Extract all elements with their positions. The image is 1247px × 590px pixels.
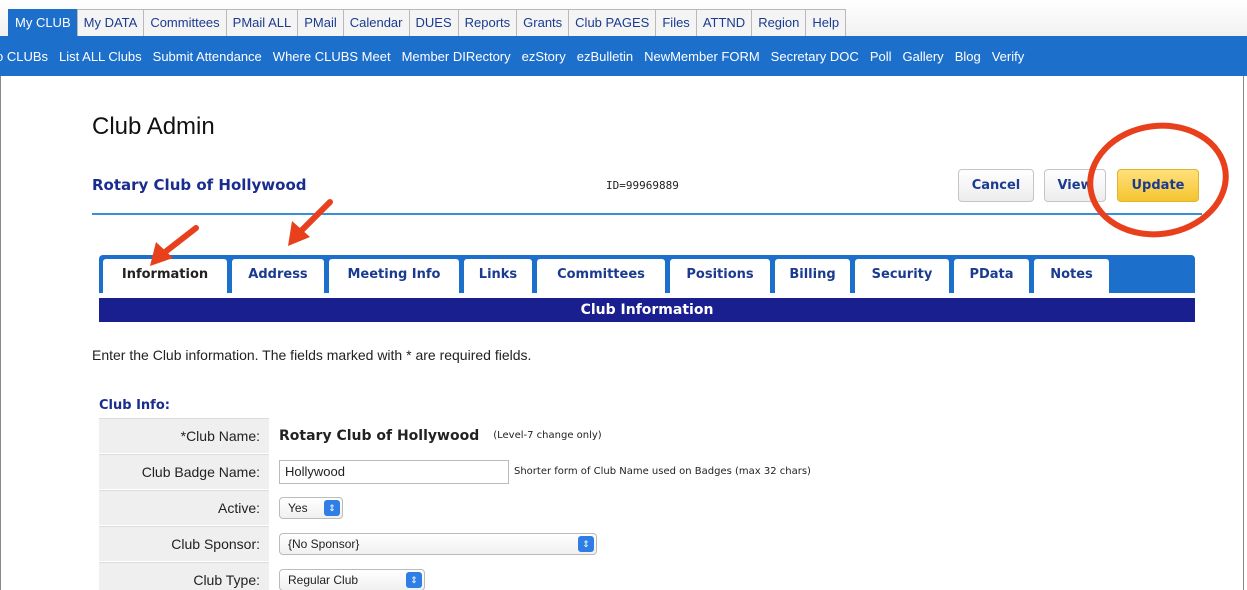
subnav-secretary-doc[interactable]: Secretary DOC [771,49,859,64]
tab-positions[interactable]: Positions [670,259,770,293]
tab-help[interactable]: Help [805,9,847,36]
active-row: Active: Yes ⇕ [99,490,1195,525]
subnav-list-all-clubs[interactable]: List ALL Clubs [59,49,142,64]
section-tab-strip: Information Address Meeting Info Links C… [99,255,1195,293]
club-type-row: Club Type: Regular Club ⇕ [99,562,1195,590]
club-info-heading: Club Info: [99,398,170,413]
subnav-blog[interactable]: Blog [955,49,981,64]
tab-address[interactable]: Address [232,259,324,293]
tab-attnd[interactable]: ATTND [695,9,753,36]
club-name-heading: Rotary Club of Hollywood [92,176,307,194]
club-name-label: *Club Name: [99,418,269,453]
subnav-member-directory[interactable]: Member DIRectory [402,49,511,64]
tab-pmail-all[interactable]: PMail ALL [225,9,299,36]
club-information-bar: Club Information [99,298,1195,322]
club-name-row: *Club Name: Rotary Club of Hollywood (Le… [99,418,1195,453]
tab-security[interactable]: Security [855,259,949,293]
subnav-poll[interactable]: Poll [870,49,892,64]
tab-information[interactable]: Information [103,259,227,293]
tab-billing[interactable]: Billing [775,259,850,293]
tab-region[interactable]: Region [751,9,807,36]
tab-my-club[interactable]: My CLUB [8,9,78,36]
active-select-value: Yes [288,500,308,515]
tab-meeting-info[interactable]: Meeting Info [329,259,459,293]
intro-text: Enter the Club information. The fields m… [92,347,532,363]
chevron-updown-icon: ⇕ [324,499,340,516]
club-name-value: Rotary Club of Hollywood [279,427,480,444]
sponsor-label: Club Sponsor: [99,526,269,561]
badge-name-note: Shorter form of Club Name used on Badges… [514,466,811,477]
subnav-verify[interactable]: Verify [992,49,1025,64]
club-type-select[interactable]: Regular Club ⇕ [279,568,425,590]
sponsor-select-value: {No Sponsor} [288,536,360,551]
club-type-select-value: Regular Club [288,572,359,587]
tab-notes[interactable]: Notes [1034,259,1109,293]
club-id: ID=99969889 [606,179,679,192]
page-title: Club Admin [92,113,215,140]
update-button[interactable]: Update [1117,169,1199,202]
sponsor-select[interactable]: {No Sponsor} ⇕ [279,532,597,555]
cancel-button[interactable]: Cancel [958,169,1034,202]
right-border [1243,76,1244,590]
tab-links[interactable]: Links [464,259,532,293]
chevron-updown-icon: ⇕ [578,535,594,552]
subnav-clubs[interactable]: o CLUBs [0,49,48,64]
badge-name-label: Club Badge Name: [99,454,269,489]
club-name-note: (Level-7 change only) [493,430,602,441]
badge-name-input[interactable]: Hollywood [279,459,509,484]
header-divider [92,213,1202,215]
tab-calendar[interactable]: Calendar [342,9,410,36]
sponsor-row: Club Sponsor: {No Sponsor} ⇕ [99,526,1195,561]
tab-committees[interactable]: Committees [143,9,227,36]
subnav-where-clubs-meet[interactable]: Where CLUBS Meet [273,49,391,64]
tab-pdata[interactable]: PData [954,259,1029,293]
tab-pmail[interactable]: PMail [297,9,344,36]
chevron-updown-icon: ⇕ [406,571,422,588]
view-button[interactable]: View [1044,169,1106,202]
badge-name-row: Club Badge Name: Hollywood Shorter form … [99,454,1195,489]
tab-dues[interactable]: DUES [408,9,459,36]
tab-grants[interactable]: Grants [516,9,570,36]
tab-files[interactable]: Files [655,9,697,36]
tab-committees-section[interactable]: Committees [537,259,665,293]
tab-my-data[interactable]: My DATA [76,9,145,36]
club-type-label: Club Type: [99,562,269,590]
top-menu-bar: My CLUB My DATA Committees PMail ALL PMa… [0,0,1247,36]
subnav-newmember-form[interactable]: NewMember FORM [644,49,760,64]
tab-reports[interactable]: Reports [457,9,518,36]
arrow-annotation-address [288,199,333,246]
active-label: Active: [99,490,269,525]
subnav-submit-attendance[interactable]: Submit Attendance [153,49,262,64]
sub-nav-bar: o CLUBs List ALL Clubs Submit Attendance… [0,36,1247,76]
subnav-gallery[interactable]: Gallery [903,49,944,64]
subnav-ezbulletin[interactable]: ezBulletin [577,49,633,64]
subnav-ezstory[interactable]: ezStory [522,49,566,64]
left-border [0,76,1,590]
active-select[interactable]: Yes ⇕ [279,496,343,519]
tab-club-pages[interactable]: Club PAGES [568,9,657,36]
